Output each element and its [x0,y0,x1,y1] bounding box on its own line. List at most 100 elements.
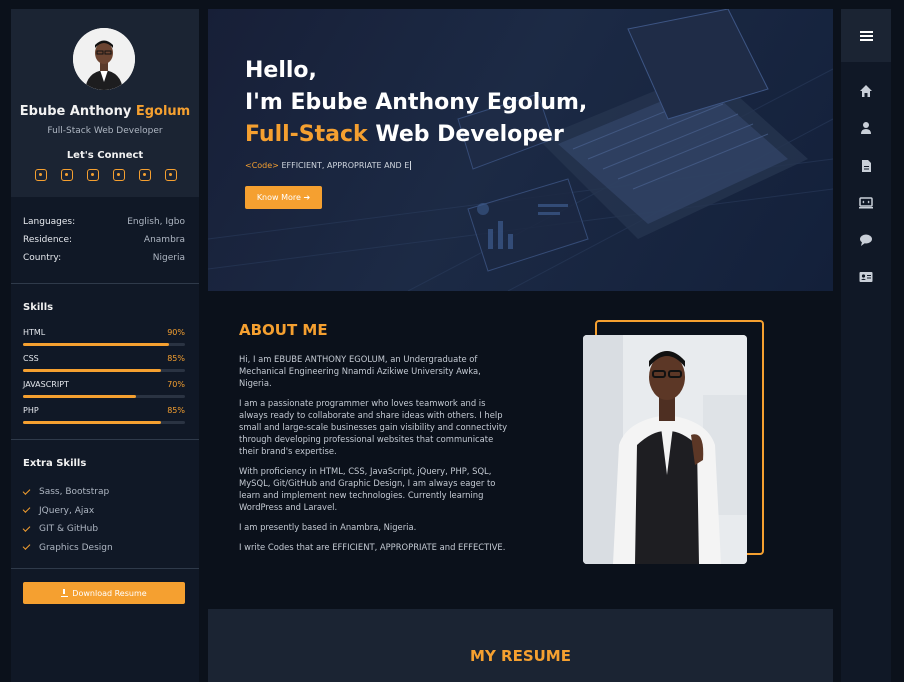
skill-percent: 85% [167,354,185,363]
resume-section: MY RESUME [208,609,833,682]
info-value: Nigeria [152,253,185,263]
skill-label: HTML [23,328,46,337]
download-resume-button[interactable]: Download Resume [23,582,185,604]
list-item: Graphics Design [22,539,113,558]
skill-percent: 90% [167,328,185,337]
first-name: Ebube Anthony [19,104,132,119]
download-label: Download Resume [72,588,147,598]
hero-heading: Hello, I'm Ebube Anthony Egolum, Full-St… [245,55,587,151]
main-content: Hello, I'm Ebube Anthony Egolum, Full-St… [208,9,833,682]
about-title: ABOUT ME [239,321,328,339]
download-icon [61,588,69,597]
skill-bar [23,369,185,372]
info-key: Languages: [23,217,76,227]
know-more-button[interactable]: Know More ➔ [245,186,322,209]
hero-greeting: Hello, [245,58,317,83]
last-name: Egolum [135,104,191,119]
hero-role-rest: Web Developer [375,122,564,147]
github-icon[interactable] [35,169,47,181]
list-item: GIT & GitHub [22,520,113,539]
profile-card: Ebube Anthony Egolum Full-Stack Web Deve… [11,9,199,197]
personal-info: Languages: English, Igbo Residence: Anambr… [23,217,185,271]
extra-skill-label: JQuery, Ajax [39,505,95,516]
extra-skill-label: GIT & GitHub [39,524,99,535]
menu-toggle-button[interactable] [841,9,891,62]
list-item: JQuery, Ajax [22,502,113,521]
extra-skill-label: Sass, Bootstrap [39,487,110,498]
skill-bar [23,395,185,398]
skill-bar-fill [23,343,169,346]
code-text: EFFICIENT, APPROPRIATE AND E [281,161,410,170]
skill-bar-fill [23,369,161,372]
list-item: Sass, Bootstrap [22,483,113,502]
skill-bar-fill [23,421,161,424]
about-paragraph: I am presently based in Anambra, Nigeria… [239,522,417,532]
hero-section: Hello, I'm Ebube Anthony Egolum, Full-St… [208,9,833,291]
right-navigation [841,9,891,682]
divider [11,283,199,284]
about-paragraph: I am a passionate programmer who loves t… [239,398,508,456]
about-paragraph: Hi, I am EBUBE ANTHONY EGOLUM, an Underg… [239,354,481,388]
portfolio-icon[interactable] [858,195,874,211]
skill-php: PHP 85% [23,406,185,424]
about-photo [583,335,747,564]
skill-label: PHP [23,406,39,415]
skill-percent: 70% [167,380,185,389]
extra-skills-list: Sass, Bootstrap JQuery, Ajax GIT & GitHu… [22,483,113,558]
home-icon[interactable] [858,83,874,99]
facebook-icon[interactable] [87,169,99,181]
skill-css: CSS 85% [23,354,185,372]
check-icon [22,486,31,495]
linkedin-icon[interactable] [61,169,73,181]
skill-bar [23,343,185,346]
code-tag: <Code> [245,161,279,170]
page: Ebube Anthony Egolum Full-Stack Web Deve… [0,0,904,682]
profile-name: Ebube Anthony Egolum [11,104,199,119]
sidebar: Ebube Anthony Egolum Full-Stack Web Deve… [11,9,199,682]
user-icon[interactable] [858,120,874,136]
skills-title: Skills [23,302,54,313]
hero-name-line: I'm Ebube Anthony Egolum, [245,90,588,115]
about-paragraph: With proficiency in HTML, CSS, JavaScrip… [239,466,496,512]
check-icon [22,523,31,532]
skill-percent: 85% [167,406,185,415]
skill-bar [23,421,185,424]
text-cursor [410,161,412,170]
skill-label: CSS [23,354,39,363]
instagram-icon[interactable] [113,169,125,181]
social-links [35,169,177,181]
info-value: Anambra [143,235,185,245]
about-section: ABOUT ME Hi, I am EBUBE ANTHONY EGOLUM, … [208,291,833,609]
hamburger-icon [859,34,873,37]
skill-html: HTML 90% [23,328,185,346]
extra-skill-label: Graphics Design [39,542,113,553]
extra-skills-title: Extra Skills [23,458,87,469]
skill-javascript: JAVASCRIPT 70% [23,380,185,398]
divider [11,568,199,569]
info-row: Country: Nigeria [23,253,185,271]
about-paragraph: I write Codes that are EFFICIENT, APPROP… [239,542,506,552]
divider [11,439,199,440]
profile-role: Full-Stack Web Developer [47,126,163,136]
twitter-icon[interactable] [139,169,151,181]
resume-title: MY RESUME [470,647,571,665]
about-text: Hi, I am EBUBE ANTHONY EGOLUM, an Underg… [239,353,514,561]
info-row: Residence: Anambra [23,235,185,253]
info-value: English, Igbo [127,217,185,227]
info-row: Languages: English, Igbo [23,217,185,235]
info-key: Country: [23,253,62,263]
check-icon [22,505,31,514]
contact-card-icon[interactable] [858,269,874,285]
hero-role-line: Full-Stack Web Developer [245,119,587,151]
hero-role-accent: Full-Stack [245,122,368,147]
typing-text: <Code> EFFICIENT, APPROPRIATE AND E [245,161,412,170]
document-icon[interactable] [858,158,874,174]
skill-bar-fill [23,395,137,398]
info-key: Residence: [23,235,73,245]
check-icon [22,542,31,551]
skill-label: JAVASCRIPT [23,380,69,389]
chat-icon[interactable] [858,232,874,248]
connect-heading: Let's Connect [66,150,144,161]
avatar [73,28,135,90]
gitlab-icon[interactable] [165,169,177,181]
